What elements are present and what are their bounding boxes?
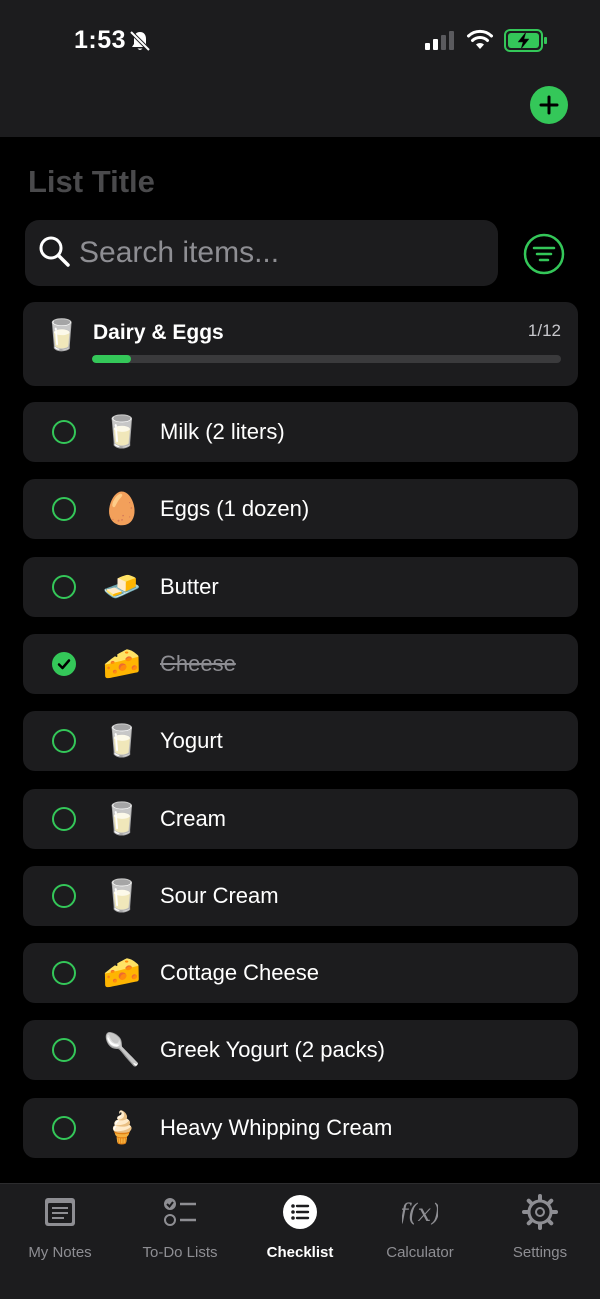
item-label: Butter xyxy=(160,574,219,599)
category-progress-bar xyxy=(92,355,561,363)
list-item[interactable]: 🥄 Greek Yogurt (2 packs) xyxy=(23,1020,578,1080)
item-label: Greek Yogurt (2 packs) xyxy=(160,1037,386,1062)
unchecked-checkbox[interactable] xyxy=(52,961,76,985)
item-label: Eggs (1 dozen) xyxy=(160,496,310,521)
tab-to-do-lists[interactable]: To-Do Lists xyxy=(120,1194,240,1274)
item-label: Cottage Cheese xyxy=(160,960,319,985)
tab-settings[interactable]: Settings xyxy=(480,1194,600,1274)
wifi-icon xyxy=(467,29,493,49)
item-icon: 🥛 xyxy=(102,801,142,836)
battery-charging-icon xyxy=(504,29,547,52)
item-label: Cream xyxy=(160,806,227,831)
item-icon: 🥛 xyxy=(102,414,142,449)
list-item[interactable]: 🧈 Butter xyxy=(23,557,578,617)
item-label: Yogurt xyxy=(160,728,223,753)
item-icon: 🍦 xyxy=(102,1110,142,1145)
unchecked-checkbox[interactable] xyxy=(52,729,76,753)
tab-label: Checklist xyxy=(266,1244,334,1261)
cellular-signal-icon xyxy=(425,31,454,50)
unchecked-checkbox[interactable] xyxy=(52,1038,76,1062)
list-item[interactable]: 🧀 Cottage Cheese xyxy=(23,943,578,1003)
unchecked-checkbox[interactable] xyxy=(52,575,76,599)
unchecked-checkbox[interactable] xyxy=(52,884,76,908)
category-name: Dairy & Eggs xyxy=(93,321,224,344)
checkmark-icon xyxy=(57,659,71,670)
checklist-icon xyxy=(282,1194,318,1230)
list-item[interactable]: 🧀 Cheese xyxy=(23,634,578,694)
item-icon: 🧈 xyxy=(102,569,142,604)
search-bar[interactable] xyxy=(25,220,498,286)
unchecked-checkbox[interactable] xyxy=(52,807,76,831)
tab-label: My Notes xyxy=(28,1244,92,1261)
plus-icon xyxy=(539,95,559,115)
todo-list-icon xyxy=(162,1194,198,1230)
item-icon: 🥛 xyxy=(102,723,142,758)
tab-my-notes[interactable]: My Notes xyxy=(0,1194,120,1274)
list-item[interactable]: 🥛 Milk (2 liters) xyxy=(23,402,578,462)
item-icon: 🧀 xyxy=(102,646,142,681)
milk-glass-icon: 🥛 xyxy=(43,319,81,352)
function-icon: f(x) xyxy=(397,1194,440,1230)
tab-bar: My Notes To-Do Lists Checklist f(x) Calculat… xyxy=(0,1183,600,1299)
category-progress-fill xyxy=(92,355,132,363)
list-item[interactable]: 🥚 Eggs (1 dozen) xyxy=(23,479,578,539)
checked-checkbox[interactable] xyxy=(52,652,76,676)
item-label: Sour Cream xyxy=(160,883,279,908)
category-header-dairy-eggs[interactable]: 🥛 Dairy & Eggs 1/12 xyxy=(23,302,578,386)
unchecked-checkbox[interactable] xyxy=(52,1116,76,1140)
tab-checklist[interactable]: Checklist xyxy=(240,1194,360,1274)
item-icon: 🥄 xyxy=(102,1032,142,1067)
item-label: Cheese xyxy=(160,651,236,676)
filter-icon[interactable] xyxy=(523,233,565,275)
page-title: List Title xyxy=(28,164,155,199)
search-icon xyxy=(39,236,70,267)
list-item[interactable]: 🥛 Yogurt xyxy=(23,711,578,771)
unchecked-checkbox[interactable] xyxy=(52,497,76,521)
tab-label: To-Do Lists xyxy=(142,1244,218,1261)
gear-icon xyxy=(522,1194,558,1230)
add-button[interactable] xyxy=(530,86,568,124)
item-label: Milk (2 liters) xyxy=(160,419,285,444)
status-time: 1:53 xyxy=(74,26,127,54)
tab-label: Settings xyxy=(512,1244,568,1261)
bell-muted-icon xyxy=(129,30,151,52)
item-label: Heavy Whipping Cream xyxy=(160,1115,393,1140)
item-icon: 🥚 xyxy=(102,491,142,526)
category-count: 1/12 xyxy=(527,321,561,340)
list-item[interactable]: 🍦 Heavy Whipping Cream xyxy=(23,1098,578,1158)
list-item[interactable]: 🥛 Cream xyxy=(23,789,578,849)
tab-label: Calculator xyxy=(386,1244,454,1261)
unchecked-checkbox[interactable] xyxy=(52,420,76,444)
list-item[interactable]: 🥛 Sour Cream xyxy=(23,866,578,926)
tab-calculator[interactable]: f(x) Calculator xyxy=(360,1194,480,1274)
search-input[interactable] xyxy=(79,220,479,286)
item-icon: 🧀 xyxy=(102,955,142,990)
item-icon: 🥛 xyxy=(102,878,142,913)
svg-text:f(x): f(x) xyxy=(402,1199,438,1227)
notes-icon xyxy=(42,1194,78,1230)
top-bar: 1:53 xyxy=(0,0,600,137)
